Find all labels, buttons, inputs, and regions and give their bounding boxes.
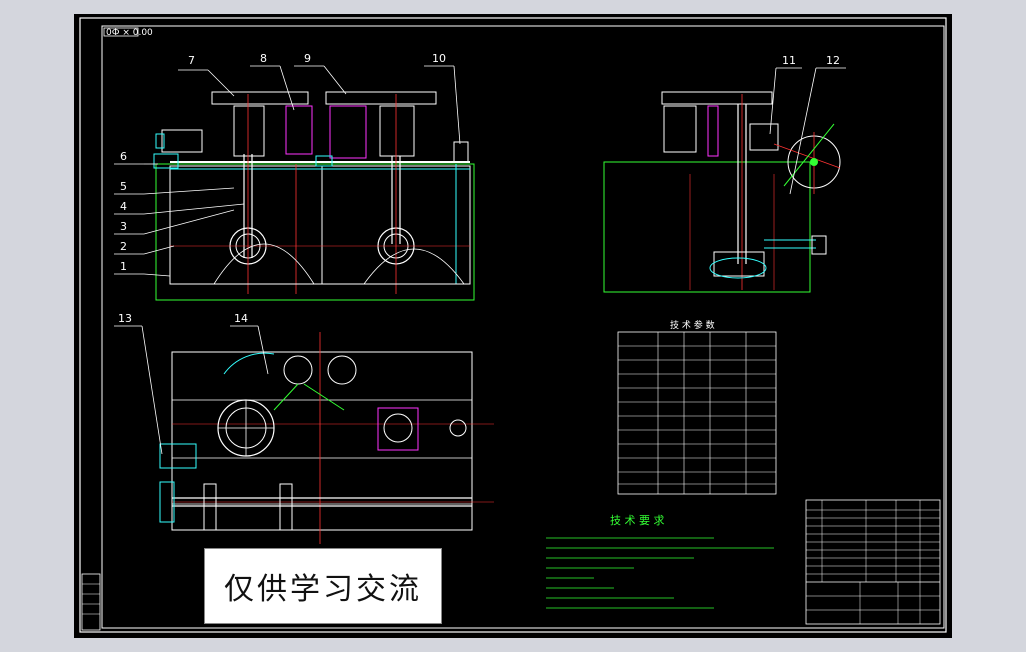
part-label-2: 2	[120, 240, 127, 253]
part-label-12: 12	[826, 54, 840, 67]
part-label-9: 9	[304, 52, 311, 65]
cad-viewport[interactable]: 0Ф × 0.00 7 8 9 10 6 5 4 3 2 1 11 12 13 …	[74, 14, 952, 638]
part-label-11: 11	[782, 54, 796, 67]
part-label-5: 5	[120, 180, 127, 193]
part-label-4: 4	[120, 200, 127, 213]
part-label-3: 3	[120, 220, 127, 233]
part-label-10: 10	[432, 52, 446, 65]
tech-requirements-lines	[546, 537, 774, 609]
watermark-text: 仅供学习交流	[224, 572, 422, 607]
margin-strip	[81, 573, 101, 631]
part-label-8: 8	[260, 52, 267, 65]
drawing-frame	[79, 17, 947, 633]
side-view-labels	[769, 67, 846, 195]
part-label-13: 13	[118, 312, 132, 325]
part-label-14: 14	[234, 312, 248, 325]
drawing-inner-frame	[101, 25, 945, 629]
top-view-labels	[114, 325, 269, 455]
tech-params-title: 技 术 参 数	[670, 319, 715, 331]
watermark-box: 仅供学习交流	[204, 548, 442, 624]
part-label-6: 6	[120, 150, 127, 163]
code-box-text: 0Ф × 0.00	[106, 28, 153, 38]
tech-params-table	[617, 331, 777, 495]
part-label-1: 1	[120, 260, 127, 273]
title-block	[805, 499, 941, 625]
front-view	[153, 91, 475, 301]
top-view	[159, 332, 494, 544]
tech-requirements-title: 技 术 要 求	[610, 514, 665, 527]
engineering-drawing[interactable]: 0Ф × 0.00 7 8 9 10 6 5 4 3 2 1 11 12 13 …	[74, 14, 952, 638]
part-label-7: 7	[188, 54, 195, 67]
